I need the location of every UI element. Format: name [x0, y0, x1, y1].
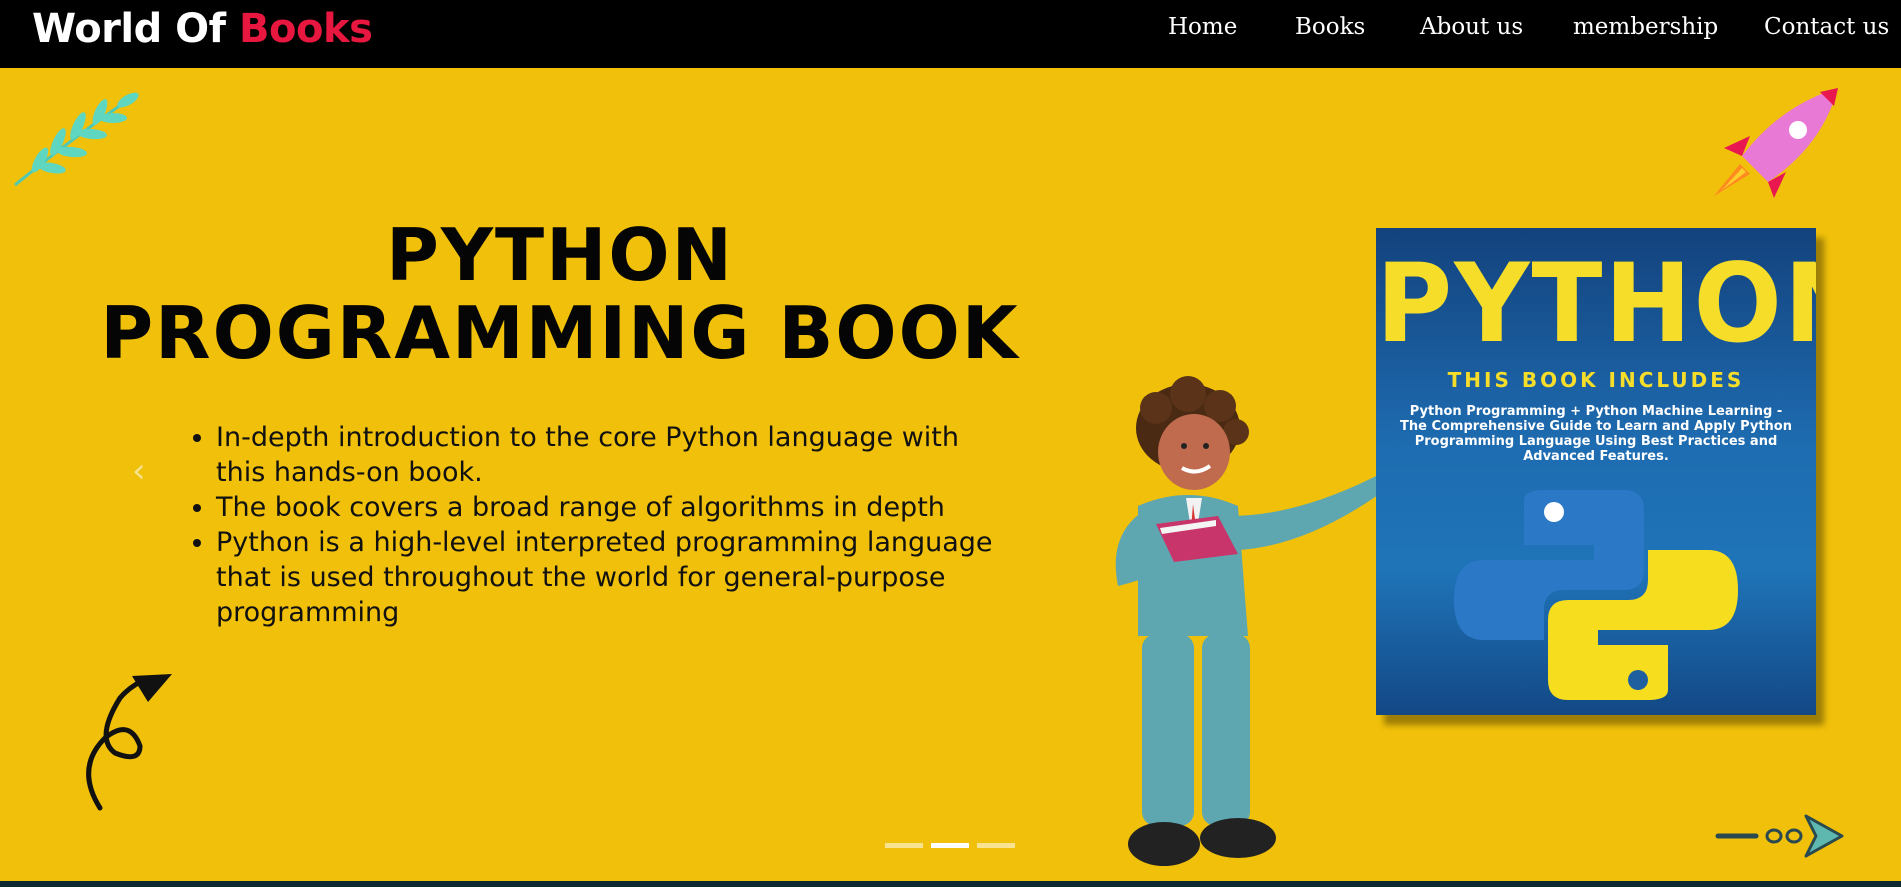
- curly-arrow-icon: [86, 674, 172, 811]
- book-cover: PYTHON THIS BOOK INCLUDES Python Program…: [1376, 228, 1816, 715]
- nav-membership[interactable]: membership: [1573, 14, 1718, 40]
- book-cover-description: Python Programming + Python Machine Lear…: [1399, 404, 1792, 464]
- hero-title: PYTHON PROGRAMMING BOOK: [40, 216, 1080, 372]
- hero-carousel: PYTHON PROGRAMMING BOOK In-depth introdu…: [0, 68, 1901, 881]
- carousel-indicator[interactable]: [977, 843, 1015, 848]
- nav-about[interactable]: About us: [1420, 14, 1523, 40]
- carousel-indicators: [885, 843, 1015, 848]
- book-cover-subtitle: THIS BOOK INCLUDES: [1447, 368, 1745, 392]
- brand-logo[interactable]: World Of Books: [32, 6, 373, 52]
- leaf-icon: [14, 92, 139, 187]
- nav-contact[interactable]: Contact us: [1764, 14, 1889, 40]
- nav-home[interactable]: Home: [1168, 14, 1237, 40]
- list-item: In-depth introduction to the core Python…: [216, 420, 1010, 490]
- feature-list: In-depth introduction to the core Python…: [190, 420, 1010, 630]
- dashed-arrow-icon: [1715, 814, 1844, 858]
- hero-title-line1: PYTHON: [386, 213, 734, 297]
- list-item: Python is a high-level interpreted progr…: [216, 525, 1010, 630]
- book-cover-title: PYTHON: [1376, 238, 1816, 368]
- python-logo-icon: [1454, 490, 1738, 700]
- teacher-illustration: [1115, 376, 1418, 866]
- navbar: World Of Books Home Books About us membe…: [0, 0, 1901, 68]
- rocket-icon: [1714, 88, 1838, 198]
- carousel-prev-icon[interactable]: ‹: [132, 451, 146, 491]
- footer-strip: [0, 881, 1901, 887]
- carousel-indicator-active[interactable]: [931, 843, 969, 848]
- hero-title-line2: PROGRAMMING BOOK: [100, 291, 1020, 375]
- brand-name: World Of: [32, 6, 240, 52]
- brand-accent: Books: [239, 6, 373, 52]
- nav-books[interactable]: Books: [1295, 14, 1365, 40]
- list-item: The book covers a broad range of algorit…: [216, 490, 1010, 525]
- carousel-indicator[interactable]: [885, 843, 923, 848]
